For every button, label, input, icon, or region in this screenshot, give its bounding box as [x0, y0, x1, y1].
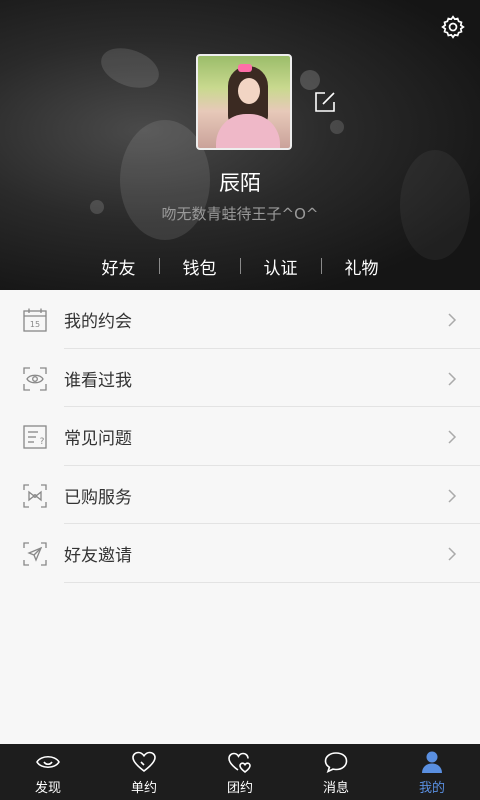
- menu-item-dates[interactable]: 15 我的约会: [0, 290, 480, 349]
- group-heart-icon: [228, 752, 251, 774]
- chevron-right-icon: [448, 313, 457, 327]
- tab-discover[interactable]: 发现: [0, 744, 96, 800]
- eye-scan-icon: [23, 366, 47, 391]
- tab-label: 团约: [226, 781, 253, 796]
- tab-label: 我的: [418, 781, 445, 796]
- avatar[interactable]: [196, 54, 292, 150]
- menu-item-visitors[interactable]: 谁看过我: [0, 349, 480, 408]
- menu-item-purchased[interactable]: 已购服务: [0, 466, 480, 525]
- tab-me[interactable]: 我的: [384, 744, 480, 800]
- chat-bubble-icon: [324, 752, 348, 774]
- eye-icon: [36, 755, 60, 769]
- heart-icon: [132, 751, 156, 773]
- tab-single-date[interactable]: 单约: [96, 744, 192, 800]
- gear-icon[interactable]: [440, 14, 466, 40]
- tab-label: 消息: [322, 781, 349, 796]
- bottom-tab-bar: 发现 单约 团约 消息 我的: [0, 744, 480, 800]
- svg-text:15: 15: [30, 320, 40, 329]
- chevron-right-icon: [448, 547, 457, 561]
- tab-group-date[interactable]: 团约: [192, 744, 288, 800]
- quick-link-friends[interactable]: 好友: [79, 254, 159, 279]
- quick-link-wallet[interactable]: 钱包: [160, 254, 240, 279]
- menu-item-label: 好友邀请: [64, 546, 132, 567]
- bow-tie-icon: [23, 484, 47, 508]
- profile-signature: 吻无数青蛙待王子^O^: [161, 205, 319, 223]
- menu-item-label: 谁看过我: [64, 370, 132, 391]
- menu-list: 15 我的约会 谁看过我 ? 常见问题 已购服务 好友邀请: [0, 290, 480, 583]
- menu-item-invite[interactable]: 好友邀请: [0, 524, 480, 583]
- tab-label: 单约: [130, 781, 157, 796]
- menu-item-label: 已购服务: [64, 487, 132, 508]
- paper-plane-icon: [23, 542, 47, 567]
- menu-item-label: 我的约会: [64, 312, 132, 332]
- quick-links: 好友 钱包 认证 礼物: [0, 252, 480, 280]
- quick-link-verify[interactable]: 认证: [241, 254, 321, 279]
- profile-name: 辰陌: [219, 171, 261, 195]
- divider: [64, 581, 480, 583]
- tab-label: 发现: [34, 781, 61, 796]
- menu-item-faq[interactable]: ? 常见问题: [0, 407, 480, 466]
- person-icon: [422, 751, 442, 773]
- edit-icon[interactable]: [313, 90, 337, 114]
- calendar-icon: 15: [23, 308, 47, 332]
- svg-text:?: ?: [40, 437, 45, 447]
- chevron-right-icon: [448, 372, 457, 386]
- background-photo: [95, 40, 165, 96]
- quick-link-gifts[interactable]: 礼物: [322, 254, 402, 279]
- chevron-right-icon: [448, 430, 457, 444]
- faq-document-icon: ?: [23, 425, 47, 449]
- tab-messages[interactable]: 消息: [288, 744, 384, 800]
- profile-header: 辰陌 吻无数青蛙待王子^O^ 好友 钱包 认证 礼物: [0, 0, 480, 290]
- menu-item-label: 常见问题: [64, 429, 132, 450]
- chevron-right-icon: [448, 489, 457, 503]
